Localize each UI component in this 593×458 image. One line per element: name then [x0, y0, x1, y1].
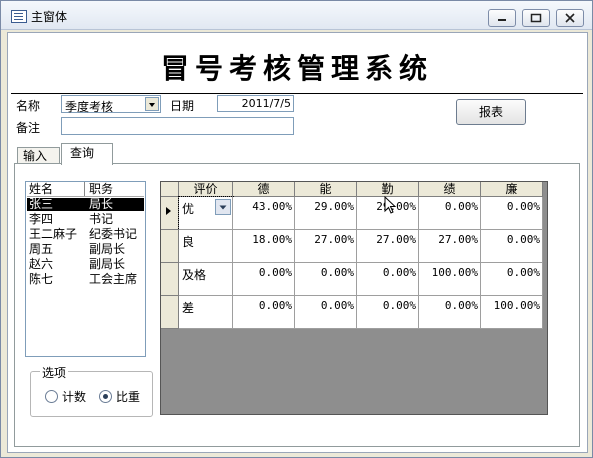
value-cell[interactable]: 0.00% — [233, 296, 295, 329]
note-field[interactable] — [61, 117, 294, 135]
value-cell[interactable]: 100.00% — [419, 263, 481, 296]
list-header: 姓名 职务 — [27, 183, 144, 197]
value-cell[interactable]: 0.00% — [295, 263, 357, 296]
minimize-button[interactable] — [488, 9, 516, 27]
close-button[interactable] — [556, 9, 584, 27]
value-cell[interactable]: 0.00% — [419, 197, 481, 230]
list-item[interactable]: 李四 书记 — [27, 213, 144, 226]
select-all-corner[interactable] — [161, 182, 179, 197]
radio-ratio-label: 比重 — [116, 390, 141, 404]
value-cell[interactable]: 27.00% — [357, 230, 419, 263]
date-label: 日期 — [170, 99, 195, 113]
form-header: 冒号考核管理系统 — [11, 35, 583, 94]
note-label: 备注 — [16, 121, 41, 135]
chevron-down-icon[interactable] — [145, 97, 159, 111]
radio-count-label: 计数 — [62, 390, 87, 404]
list-item[interactable]: 王二麻子 纪委书记 — [27, 228, 144, 241]
title-bar[interactable]: 主窗体 — [1, 1, 592, 30]
rating-cell[interactable]: 及格 — [179, 263, 233, 296]
options-label: 选项 — [40, 364, 69, 381]
column-header[interactable]: 绩 — [419, 182, 481, 197]
name-combobox[interactable]: 季度考核 — [61, 95, 161, 114]
column-header[interactable]: 能 — [295, 182, 357, 197]
value-cell[interactable]: 0.00% — [357, 296, 419, 329]
value-cell[interactable]: 0.00% — [481, 263, 543, 296]
close-icon — [565, 13, 575, 23]
employee-listbox[interactable]: 姓名 职务 张三 局长 李四 书记 王二麻子 纪委书记 周五 副局长 赵六 副局… — [25, 181, 146, 357]
main-window: 主窗体 冒号考核管理系统 名称 季度考核 日期 2011/7/5 备注 报表 输… — [0, 0, 593, 458]
page-title: 冒号考核管理系统 — [160, 52, 433, 85]
row-selector[interactable] — [161, 263, 179, 296]
radio-ratio[interactable] — [99, 390, 112, 403]
value-cell[interactable]: 100.00% — [481, 296, 543, 329]
name-label: 名称 — [16, 99, 41, 113]
options-group: 选项 计数 比重 — [30, 364, 153, 417]
list-item[interactable]: 陈七 工会主席 — [27, 273, 144, 286]
rating-value: 良 — [182, 235, 195, 249]
value-cell[interactable]: 0.00% — [481, 230, 543, 263]
column-header[interactable]: 廉 — [481, 182, 543, 197]
value-cell[interactable]: 29.00% — [295, 197, 357, 230]
report-button[interactable]: 报表 — [456, 99, 526, 125]
list-item[interactable]: 周五 副局长 — [27, 243, 144, 256]
rating-value: 差 — [182, 301, 195, 315]
row-selector[interactable] — [161, 296, 179, 329]
column-header[interactable]: 勤 — [357, 182, 419, 197]
date-field[interactable]: 2011/7/5 — [217, 95, 294, 112]
value-cell[interactable]: 18.00% — [233, 230, 295, 263]
value-cell[interactable]: 0.00% — [481, 197, 543, 230]
result-datasheet[interactable]: 评价德能勤绩廉优 43.00% 29.00% 29.00% 0.00% 0.00% 良 18.… — [160, 181, 548, 415]
rating-cell[interactable]: 良 — [179, 230, 233, 263]
column-header[interactable]: 评价 — [179, 182, 233, 197]
value-cell[interactable]: 27.00% — [295, 230, 357, 263]
value-cell[interactable]: 0.00% — [233, 263, 295, 296]
value-cell[interactable]: 27.00% — [419, 230, 481, 263]
window-title: 主窗体 — [31, 10, 68, 24]
rating-cell[interactable]: 优 — [178, 196, 234, 231]
rating-value: 及格 — [182, 268, 207, 282]
form-icon — [11, 10, 27, 23]
value-cell[interactable]: 0.00% — [419, 296, 481, 329]
name-value: 季度考核 — [65, 100, 114, 114]
maximize-button[interactable] — [522, 9, 550, 27]
row-selector[interactable] — [161, 197, 179, 230]
value-cell[interactable]: 0.00% — [357, 263, 419, 296]
chevron-down-icon[interactable] — [215, 199, 231, 215]
column-header[interactable]: 德 — [233, 182, 295, 197]
current-row-icon — [166, 207, 171, 215]
list-item[interactable]: 张三 局长 — [27, 198, 144, 211]
tab-input[interactable]: 输入 — [17, 147, 60, 164]
mouse-cursor — [384, 195, 398, 219]
rating-cell[interactable]: 差 — [179, 296, 233, 329]
minimize-icon — [498, 19, 506, 21]
maximize-icon — [530, 13, 542, 23]
form-client-area: 冒号考核管理系统 名称 季度考核 日期 2011/7/5 备注 报表 输入 查询… — [7, 32, 588, 453]
radio-count[interactable] — [45, 390, 58, 403]
pointer-icon — [384, 195, 397, 214]
list-item[interactable]: 赵六 副局长 — [27, 258, 144, 271]
tab-query[interactable]: 查询 — [61, 143, 113, 165]
rating-value: 优 — [182, 202, 195, 216]
row-selector[interactable] — [161, 230, 179, 263]
value-cell[interactable]: 0.00% — [295, 296, 357, 329]
value-cell[interactable]: 43.00% — [233, 197, 295, 230]
